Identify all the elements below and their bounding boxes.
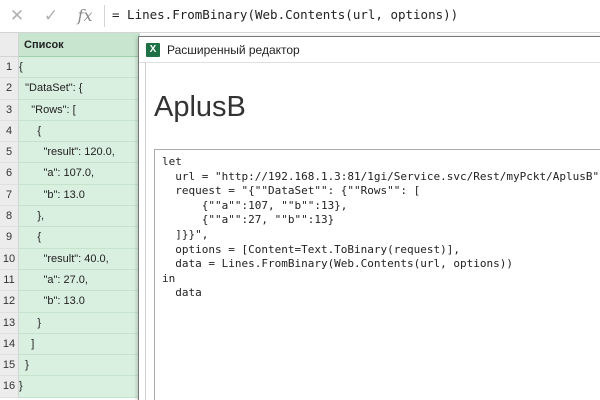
table-cell[interactable]: "a": 27.0, (19, 269, 140, 292)
table-cell[interactable]: } (19, 376, 140, 398)
table-row: 12 "b": 13.0 (0, 291, 140, 313)
row-number[interactable]: 2 (0, 78, 19, 100)
table-cell[interactable]: "b": 13.0 (19, 184, 140, 207)
row-number[interactable]: 1 (0, 57, 19, 79)
row-number[interactable]: 13 (0, 312, 19, 334)
table-row: 5 "result": 120.0, (0, 142, 140, 164)
table-cell[interactable]: "result": 120.0, (19, 142, 140, 164)
code-text[interactable]: let url = "http://192.168.1.3:81/1gi/Ser… (162, 155, 600, 301)
table-cell[interactable]: "result": 40.0, (19, 248, 140, 270)
formula-input[interactable]: = Lines.FromBinary(Web.Contents(url, opt… (112, 7, 458, 22)
formula-bar: ✕ ✓ fx = Lines.FromBinary(Web.Contents(u… (0, 0, 600, 33)
table-row: 14 ] (0, 333, 140, 356)
row-number[interactable]: 4 (0, 120, 19, 143)
table-row: 7 "b": 13.0 (0, 184, 140, 207)
code-editor[interactable]: let url = "http://192.168.1.3:81/1gi/Ser… (154, 149, 600, 400)
table-cell[interactable]: } (19, 312, 140, 334)
code-line: request = "{""DataSet"": {""Rows"": [ (162, 184, 421, 198)
row-number[interactable]: 10 (0, 248, 19, 270)
code-line: options = [Content=Text.ToBinary(request… (162, 242, 461, 256)
code-line: {""a"":107, ""b"":13}, (162, 198, 348, 212)
editor-titlebar[interactable]: X Расширенный редактор (139, 37, 600, 63)
table-row: 8 }, (0, 206, 140, 228)
table-cell[interactable]: "b": 13.0 (19, 291, 140, 313)
code-line: {""a"":27, ""b"":13} (162, 213, 335, 227)
code-line: data (162, 286, 202, 300)
table-cell[interactable]: "a": 107.0, (19, 163, 140, 185)
code-line: let (162, 155, 182, 168)
row-number[interactable]: 7 (0, 184, 19, 207)
row-number[interactable]: 8 (0, 206, 19, 228)
row-number[interactable]: 16 (0, 376, 19, 398)
table-cell[interactable]: "DataSet": { (19, 78, 140, 100)
table-row: 3 "Rows": [ (0, 99, 140, 121)
table-cell[interactable]: "Rows": [ (19, 99, 140, 121)
excel-icon: X (146, 43, 160, 57)
table-cell[interactable]: { (19, 57, 140, 79)
row-number[interactable]: 5 (0, 142, 19, 164)
table-cell[interactable]: ] (19, 333, 140, 356)
row-number[interactable]: 11 (0, 269, 19, 292)
select-all-corner[interactable] (0, 33, 19, 57)
formula-bar-divider (104, 5, 105, 27)
confirm-icon[interactable]: ✓ (40, 5, 62, 27)
table-cell[interactable]: }, (19, 206, 140, 228)
table-cell[interactable]: { (19, 120, 140, 143)
table-row: 13 } (0, 312, 140, 334)
column-header-spisok[interactable]: Список (19, 33, 140, 57)
table-cell[interactable]: } (19, 355, 140, 377)
editor-body: AplusB let url = "http://192.168.1.3:81/… (145, 63, 600, 400)
table-row: 4 { (0, 120, 140, 143)
row-number[interactable]: 6 (0, 163, 19, 185)
fx-icon[interactable]: fx (74, 5, 96, 27)
table-row: 2 "DataSet": { (0, 78, 140, 100)
table-row: 9 { (0, 227, 140, 249)
table-cell[interactable]: { (19, 227, 140, 249)
table-row: 15 } (0, 355, 140, 377)
query-name: AplusB (154, 91, 246, 123)
table-row: 10 "result": 40.0, (0, 248, 140, 270)
code-line: url = "http://192.168.1.3:81/1gi/Service… (162, 169, 600, 183)
advanced-editor-window: X Расширенный редактор AplusB let url = … (138, 36, 600, 400)
window-title: Расширенный редактор (167, 43, 300, 57)
code-line: in (162, 271, 176, 285)
row-list: 1{2 "DataSet": {3 "Rows": [4 {5 "result"… (0, 57, 140, 398)
code-line: ]}}", (162, 227, 209, 241)
table-row: 11 "a": 27.0, (0, 269, 140, 292)
table-row: 16} (0, 376, 140, 398)
table-row: 1{ (0, 57, 140, 79)
table-row: 6 "a": 107.0, (0, 163, 140, 185)
row-number[interactable]: 12 (0, 291, 19, 313)
row-number[interactable]: 14 (0, 333, 19, 356)
row-number[interactable]: 9 (0, 227, 19, 249)
row-number[interactable]: 3 (0, 99, 19, 121)
code-line: data = Lines.FromBinary(Web.Contents(url… (162, 257, 513, 271)
row-number[interactable]: 15 (0, 355, 19, 377)
cancel-icon[interactable]: ✕ (6, 5, 28, 27)
